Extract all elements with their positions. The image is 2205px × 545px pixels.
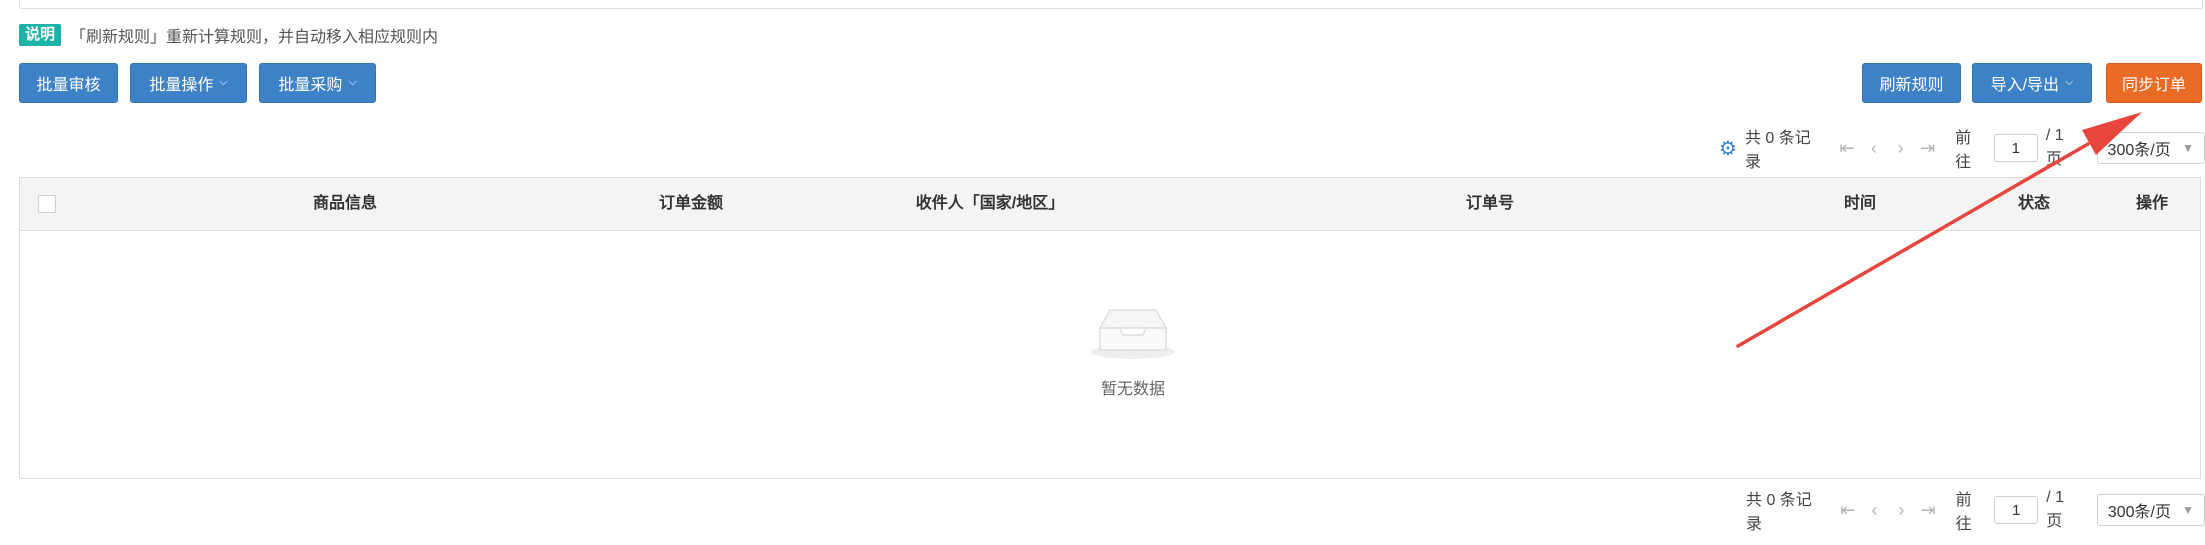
first-page-icon[interactable]: ⇤ bbox=[1834, 138, 1861, 159]
notice-text: 「刷新规则」重新计算规则，并自动移入相应规则内 bbox=[70, 29, 439, 46]
caret-down-icon: ▼ bbox=[2182, 141, 2194, 155]
batch-review-button[interactable]: 批量审核 bbox=[19, 63, 118, 103]
page-size-select[interactable]: 300条/页 ▼ bbox=[2096, 132, 2205, 164]
chevron-down-icon: ⌵ bbox=[2065, 75, 2074, 88]
refresh-rules-button[interactable]: 刷新规则 bbox=[1862, 63, 1961, 103]
refresh-rules-label: 刷新规则 bbox=[1879, 77, 1944, 94]
column-product-info: 商品信息 bbox=[312, 195, 378, 212]
goto-label: 前往 bbox=[1955, 130, 1972, 171]
column-status: 状态 bbox=[2017, 195, 2051, 212]
empty-state: 暂无数据 bbox=[1043, 298, 1223, 399]
notice-bar: 说明 「刷新规则」重新计算规则，并自动移入相应规则内 bbox=[19, 23, 438, 47]
gear-icon[interactable]: ⚙ bbox=[1719, 136, 1737, 161]
caret-down-icon: ▼ bbox=[2182, 503, 2195, 517]
next-page-icon[interactable]: › bbox=[1887, 138, 1914, 159]
total-records: 共 0 条记录 bbox=[1746, 492, 1812, 533]
page-total: / 1 页 bbox=[2046, 489, 2065, 530]
select-all-checkbox[interactable] bbox=[38, 195, 56, 213]
total-records: 共 0 条记录 bbox=[1744, 130, 1811, 171]
table-header: 商品信息 订单金额 收件人「国家/地区」 订单号 时间 状态 操作 bbox=[20, 178, 2200, 231]
chevron-down-icon: ⌵ bbox=[219, 75, 228, 88]
page-size-value: 300条/页 bbox=[2107, 504, 2171, 521]
column-recipient-country: 收件人「国家/地区」 bbox=[915, 195, 1065, 212]
top-filter-panel-edge bbox=[19, 0, 2203, 9]
column-order-amount: 订单金额 bbox=[658, 195, 724, 212]
last-page-icon[interactable]: ⇥ bbox=[1915, 500, 1942, 521]
batch-purchase-button[interactable]: 批量采购 ⌵ bbox=[259, 63, 376, 103]
page-size-value: 300条/页 bbox=[2107, 142, 2171, 159]
notice-tag: 说明 bbox=[19, 24, 62, 46]
pagination-top: ⚙ 共 0 条记录 ⇤ ‹ › ⇥ 前往 / 1 页 300条/页 ▼ bbox=[1719, 127, 2205, 171]
column-order-number: 订单号 bbox=[1465, 195, 1515, 212]
sync-orders-button[interactable]: 同步订单 bbox=[2106, 63, 2202, 103]
next-page-icon[interactable]: › bbox=[1888, 500, 1915, 521]
batch-review-label: 批量审核 bbox=[36, 77, 101, 94]
import-export-button[interactable]: 导入/导出 ⌵ bbox=[1972, 63, 2092, 103]
pagination-bottom: 共 0 条记录 ⇤ ‹ › ⇥ 前往 / 1 页 300条/页 ▼ bbox=[1746, 489, 2205, 533]
column-time: 时间 bbox=[1843, 195, 1877, 212]
batch-operation-label: 批量操作 bbox=[149, 77, 214, 94]
prev-page-icon[interactable]: ‹ bbox=[1861, 500, 1888, 521]
import-export-label: 导入/导出 bbox=[1990, 77, 2060, 94]
page-total: / 1 页 bbox=[2045, 127, 2064, 168]
empty-inbox-icon bbox=[1091, 309, 1175, 359]
first-page-icon[interactable]: ⇤ bbox=[1834, 500, 1861, 521]
last-page-icon[interactable]: ⇥ bbox=[1914, 138, 1941, 159]
goto-label: 前往 bbox=[1955, 492, 1972, 533]
orders-table: 商品信息 订单金额 收件人「国家/地区」 订单号 时间 状态 操作 暂无数据 bbox=[19, 177, 2201, 479]
prev-page-icon[interactable]: ‹ bbox=[1860, 138, 1887, 159]
page-size-select[interactable]: 300条/页 ▼ bbox=[2096, 494, 2205, 526]
sync-orders-label: 同步订单 bbox=[2121, 77, 2186, 94]
batch-operation-button[interactable]: 批量操作 ⌵ bbox=[130, 63, 247, 103]
page-number-input[interactable] bbox=[1993, 134, 2038, 162]
batch-purchase-label: 批量采购 bbox=[278, 77, 343, 94]
chevron-down-icon: ⌵ bbox=[348, 75, 357, 88]
page-number-input[interactable] bbox=[1994, 496, 2039, 524]
empty-text: 暂无数据 bbox=[1100, 381, 1165, 398]
column-actions: 操作 bbox=[2135, 195, 2169, 212]
